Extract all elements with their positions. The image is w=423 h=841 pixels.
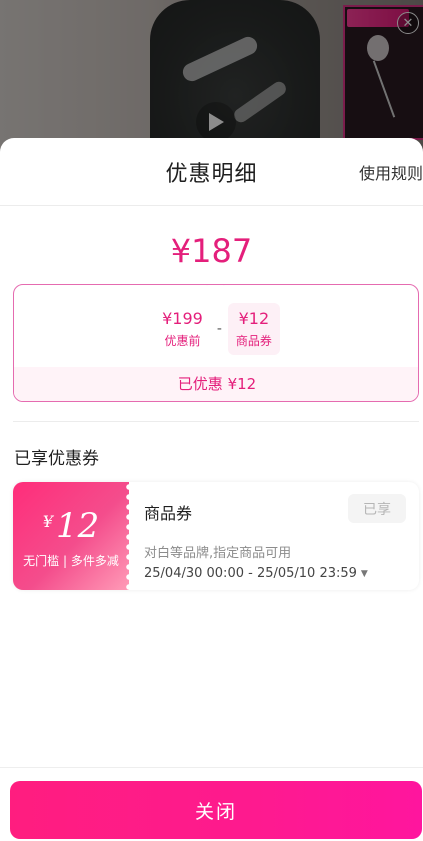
coupon-validity[interactable]: 25/04/30 00:00 - 25/05/10 23:59 ▼ [144, 566, 368, 581]
final-price: ¥187 [170, 232, 253, 270]
discount-detail-sheet: 优惠明细 使用规则 ¥187 ¥199 优惠前 - ¥12 商品券 已优惠 ¥1… [0, 138, 423, 841]
coupon-amount: ¥12 [13, 506, 129, 546]
sheet-title: 优惠明细 [165, 161, 258, 187]
coupon-currency: ¥ [42, 512, 53, 531]
modal-overlay[interactable] [0, 0, 423, 160]
coupon-discount-amount: ¥12 [238, 309, 270, 328]
original-price-amount: ¥199 [162, 309, 203, 328]
coupon-validity-text: 25/04/30 00:00 - 25/05/10 23:59 [144, 566, 357, 581]
footer-divider [0, 767, 423, 768]
coupon-condition: 无门槛 | 多件多减 [23, 554, 119, 568]
applied-coupons-title: 已享优惠券 [14, 449, 99, 469]
section-divider [13, 421, 419, 422]
coupon-discount-item: ¥12 商品券 [227, 303, 280, 355]
original-price-item: ¥199 优惠前 [154, 303, 211, 355]
coupon-name: 商品券 [144, 504, 193, 523]
total-discount-summary: 已优惠 ¥12 [14, 367, 418, 401]
coupon-value: 12 [55, 506, 100, 546]
usage-rules-link[interactable]: 使用规则 [359, 160, 423, 184]
close-button[interactable]: 关闭 [10, 781, 422, 839]
coupon-discount-label: 商品券 [235, 334, 272, 348]
coupon-card: ¥12 无门槛 | 多件多减 商品券 已享 对白等品牌,指定商品可用 25/04… [13, 482, 419, 590]
calculation-row: ¥199 优惠前 - ¥12 商品券 [14, 301, 418, 357]
minus-operator: - [216, 321, 222, 337]
chevron-down-icon[interactable]: ▼ [361, 569, 368, 579]
coupon-status-badge: 已享 [348, 494, 406, 523]
original-price-label: 优惠前 [164, 334, 201, 348]
coupon-value-panel: ¥12 无门槛 | 多件多减 [13, 482, 132, 590]
sheet-header: 优惠明细 使用规则 [0, 138, 423, 206]
coupon-description: 对白等品牌,指定商品可用 [144, 546, 292, 561]
price-calculation-box: ¥199 优惠前 - ¥12 商品券 已优惠 ¥12 [13, 284, 419, 402]
